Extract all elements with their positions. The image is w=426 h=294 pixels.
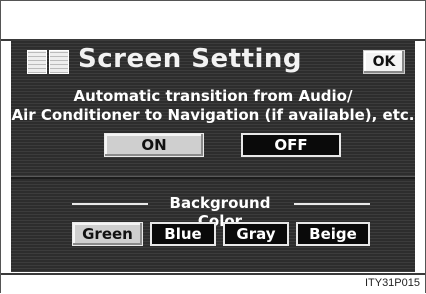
color-green-button[interactable]: Green — [72, 222, 143, 246]
bottom-margin — [1, 273, 425, 294]
auto-transition-line1: Automatic transition from Audio/ — [73, 87, 353, 105]
on-button[interactable]: ON — [104, 133, 204, 157]
auto-transition-line2: Air Conditioner to Navigation (if availa… — [11, 106, 415, 124]
color-blue-button[interactable]: Blue — [150, 222, 216, 246]
section-divider — [11, 176, 415, 179]
top-margin — [1, 1, 425, 41]
label-line-right — [294, 203, 370, 205]
screen-setting-icon — [27, 50, 69, 74]
page-title: Screen Setting — [78, 44, 303, 74]
label-line-left — [72, 203, 148, 205]
figure-code: ITY31P015 — [364, 277, 420, 289]
ok-button[interactable]: OK — [363, 50, 405, 74]
off-button[interactable]: OFF — [241, 133, 341, 157]
color-gray-button[interactable]: Gray — [223, 222, 289, 246]
color-beige-button[interactable]: Beige — [296, 222, 370, 246]
